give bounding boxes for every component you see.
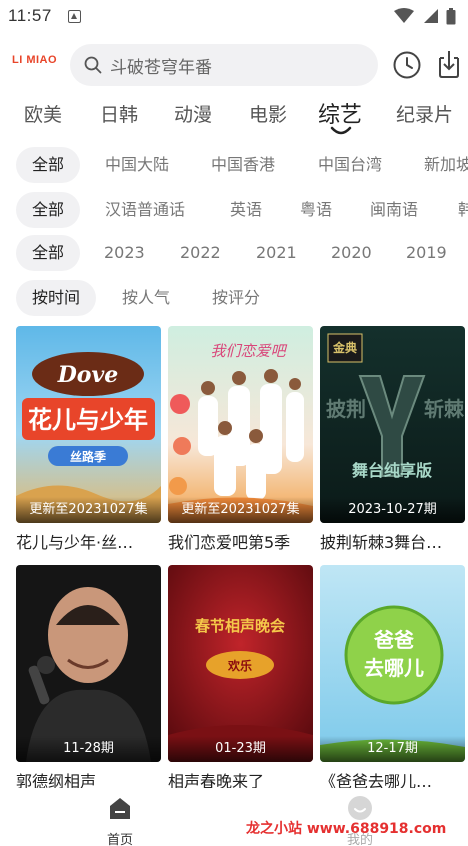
sort-filter: 按时间 按人气 按评分	[0, 280, 468, 318]
poster-image: Dove 花儿与少年 丝路季	[16, 326, 161, 523]
cellular-signal-icon	[424, 9, 438, 23]
year-chip[interactable]: 2020	[331, 235, 372, 271]
history-clock-icon[interactable]	[392, 50, 422, 80]
show-poster[interactable]: Dove 花儿与少年 丝路季 更新至20231027集	[16, 326, 161, 523]
show-card[interactable]: 金典 披荆 斩棘 舞台纯享版 2023-10-27期 披荆斩棘3舞台…	[320, 326, 465, 553]
header: LI MIAO 斗破苍穹年番	[0, 40, 468, 90]
nav-home-label: 首页	[106, 833, 133, 846]
poster-image: 春节相声晚会 欢乐	[168, 565, 313, 762]
poster-image: 爸爸 去哪儿	[320, 565, 465, 762]
show-card[interactable]: 我们恋爱吧 更新至20231027集 我们恋爱吧第5季	[168, 326, 313, 553]
language-filter: 全部 汉语普通话 英语 粤语 闽南语 韩	[0, 192, 468, 230]
show-card[interactable]: 春节相声晚会 欢乐 01-23期 相声春晚来了	[168, 565, 313, 792]
svg-text:花儿与少年: 花儿与少年	[28, 406, 148, 434]
episode-badge: 12-17期	[320, 736, 465, 762]
app-logo[interactable]: LI MIAO	[12, 54, 57, 66]
svg-text:爸爸: 爸爸	[373, 628, 414, 652]
svg-text:金典: 金典	[332, 340, 357, 355]
battery-icon	[446, 7, 456, 24]
svg-text:春节相声晚会: 春节相声晚会	[195, 617, 285, 635]
show-title[interactable]: 我们恋爱吧第5季	[168, 529, 313, 553]
nav-home[interactable]: 首页	[90, 794, 150, 846]
region-chip-all[interactable]: 全部	[16, 147, 81, 183]
show-title[interactable]: 披荆斩棘3舞台…	[320, 529, 465, 553]
language-chip-all[interactable]: 全部	[16, 192, 81, 228]
svg-text:斩棘: 斩棘	[424, 397, 465, 421]
show-card[interactable]: 爸爸 去哪儿 12-17期 《爸爸去哪儿…	[320, 565, 465, 792]
region-chip[interactable]: 中国台湾	[318, 147, 382, 183]
active-tab-indicator	[330, 126, 352, 135]
language-chip[interactable]: 英语	[230, 192, 262, 228]
year-chip-all[interactable]: 全部	[16, 235, 81, 271]
region-chip[interactable]: 新加坡	[424, 147, 468, 183]
episode-badge: 更新至20231027集	[16, 497, 161, 523]
home-icon	[110, 798, 130, 819]
show-poster[interactable]: 金典 披荆 斩棘 舞台纯享版 2023-10-27期	[320, 326, 465, 523]
tab-japan-korea[interactable]: 日韩	[100, 100, 138, 127]
year-chip[interactable]: 2022	[180, 235, 221, 271]
sort-chip-by-rating[interactable]: 按评分	[212, 280, 260, 316]
wifi-icon	[394, 8, 414, 23]
tab-movies[interactable]: 电影	[249, 100, 287, 127]
poster-image	[16, 565, 161, 762]
svg-text:去哪儿: 去哪儿	[364, 656, 424, 680]
show-poster[interactable]: 爸爸 去哪儿 12-17期	[320, 565, 465, 762]
poster-image: 金典 披荆 斩棘 舞台纯享版	[320, 326, 465, 523]
tab-western[interactable]: 欧美	[24, 100, 62, 127]
download-icon[interactable]	[434, 48, 464, 80]
svg-text:舞台纯享版: 舞台纯享版	[352, 461, 432, 480]
year-chip[interactable]: 2019	[406, 235, 447, 271]
language-chip[interactable]: 粤语	[300, 192, 332, 228]
status-time: 11:57	[8, 6, 52, 25]
show-card[interactable]: Dove 花儿与少年 丝路季 更新至20231027集 花儿与少年·丝…	[16, 326, 161, 553]
category-tabs: 欧美 日韩 动漫 电影 综艺 纪录片	[0, 96, 468, 138]
show-card[interactable]: 11-28期 郭德纲相声	[16, 565, 161, 792]
svg-text:欢乐: 欢乐	[227, 658, 252, 673]
year-filter: 全部 2023 2022 2021 2020 2019	[0, 235, 468, 273]
tab-variety[interactable]: 综艺	[318, 97, 362, 129]
episode-badge: 更新至20231027集	[168, 497, 313, 523]
svg-text:Dove: Dove	[57, 362, 119, 388]
year-chip[interactable]: 2023	[104, 235, 145, 271]
episode-badge: 01-23期	[168, 736, 313, 762]
tab-anime[interactable]: 动漫	[174, 100, 212, 127]
show-poster[interactable]: 春节相声晚会 欢乐 01-23期	[168, 565, 313, 762]
notification-icon	[67, 9, 81, 23]
show-poster[interactable]: 11-28期	[16, 565, 161, 762]
episode-badge: 11-28期	[16, 736, 161, 762]
search-input[interactable]: 斗破苍穹年番	[110, 53, 212, 78]
sort-chip-by-time[interactable]: 按时间	[16, 280, 97, 316]
region-chip[interactable]: 中国大陆	[105, 147, 169, 183]
year-chip[interactable]: 2021	[256, 235, 297, 271]
status-bar: 11:57	[0, 0, 468, 32]
region-chip[interactable]: 中国香港	[211, 147, 275, 183]
svg-text:丝路季: 丝路季	[70, 449, 107, 464]
svg-text:我们恋爱吧: 我们恋爱吧	[210, 342, 287, 360]
episode-badge: 2023-10-27期	[320, 497, 465, 523]
region-filter: 全部 中国大陆 中国香港 中国台湾 新加坡	[0, 147, 468, 185]
tab-documentary[interactable]: 纪录片	[396, 100, 453, 127]
show-title[interactable]: 花儿与少年·丝…	[16, 529, 161, 553]
language-chip[interactable]: 闽南语	[370, 192, 418, 228]
svg-text:披荆: 披荆	[326, 397, 366, 421]
language-chip[interactable]: 汉语普通话	[105, 192, 185, 228]
search-bar[interactable]: 斗破苍穹年番	[70, 44, 378, 86]
search-icon	[84, 56, 102, 74]
watermark: 龙之小站 www.688918.com	[246, 821, 447, 837]
poster-image: 我们恋爱吧	[168, 326, 313, 523]
show-poster[interactable]: 我们恋爱吧 更新至20231027集	[168, 326, 313, 523]
sort-chip-by-popularity[interactable]: 按人气	[122, 280, 170, 316]
language-chip[interactable]: 韩	[458, 192, 468, 228]
